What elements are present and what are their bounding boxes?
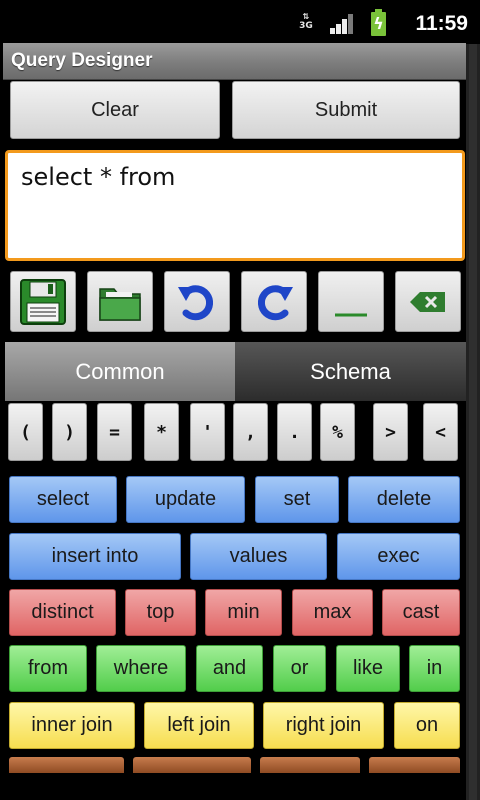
keyword-on-button[interactable]: on [394,702,460,749]
charging-bolt-icon: ϟ [373,14,384,33]
scrollbar-thumb[interactable] [469,44,477,800]
keyword-in-button[interactable]: in [409,645,460,692]
keyword-row-partial[interactable] [9,757,124,773]
submit-button[interactable]: Submit [232,81,460,139]
battery-charging-icon: ϟ [371,9,386,36]
network-3g-icon: ⇅ 3G [299,12,313,32]
symbol-key[interactable]: ) [52,403,87,461]
redo-button[interactable] [241,271,307,332]
keyword-insert-into-button[interactable]: insert into [9,533,181,580]
app-title: Query Designer [11,50,153,71]
symbol-key[interactable]: ( [8,403,43,461]
keyword-row-partial[interactable] [369,757,460,773]
keyword-delete-button[interactable]: delete [348,476,460,523]
tab-schema[interactable]: Schema [235,342,466,401]
keyword-and-button[interactable]: and [196,645,263,692]
keyword-right-join-button[interactable]: right join [263,702,384,749]
status-bar: ⇅ 3G ϟ 11:59 [0,0,480,44]
save-button[interactable] [10,271,76,332]
keyword-left-join-button[interactable]: left join [144,702,254,749]
title-bar: Query Designer [3,43,466,80]
symbol-key[interactable]: , [233,403,268,461]
keyword-min-button[interactable]: min [205,589,282,636]
keyword-inner-join-button[interactable]: inner join [9,702,135,749]
backspace-icon [410,291,445,312]
keyword-or-button[interactable]: or [273,645,326,692]
symbol-key[interactable]: ' [190,403,225,461]
keyword-distinct-button[interactable]: distinct [9,589,116,636]
symbol-key[interactable]: > [373,403,408,461]
undo-button[interactable] [164,271,230,332]
space-icon [335,313,367,316]
open-folder-icon [99,287,141,321]
undo-icon [178,284,214,320]
symbol-key[interactable]: < [423,403,458,461]
symbol-key[interactable]: % [320,403,355,461]
open-button[interactable] [87,271,153,332]
keyword-top-button[interactable]: top [125,589,196,636]
symbol-key[interactable]: * [144,403,179,461]
symbol-key[interactable]: . [277,403,312,461]
space-button[interactable] [318,271,384,332]
tab-common[interactable]: Common [5,342,235,401]
query-input[interactable]: select * from [5,150,465,261]
keyword-values-button[interactable]: values [190,533,327,580]
keyword-max-button[interactable]: max [292,589,373,636]
save-icon [20,278,66,325]
keyword-exec-button[interactable]: exec [337,533,460,580]
keyword-set-button[interactable]: set [255,476,339,523]
keyword-select-button[interactable]: select [9,476,117,523]
clock: 11:59 [415,12,468,35]
backspace-button[interactable] [395,271,461,332]
keyword-row-partial[interactable] [133,757,251,773]
clear-button[interactable]: Clear [10,81,220,139]
keyword-cast-button[interactable]: cast [382,589,460,636]
keyword-where-button[interactable]: where [96,645,186,692]
redo-icon [257,284,293,320]
keyword-row-partial[interactable] [260,757,360,773]
symbol-key[interactable]: = [97,403,132,461]
keyword-like-button[interactable]: like [336,645,400,692]
keyword-update-button[interactable]: update [126,476,245,523]
signal-icon [330,14,354,34]
scrollbar[interactable] [466,44,480,800]
keyword-from-button[interactable]: from [9,645,87,692]
